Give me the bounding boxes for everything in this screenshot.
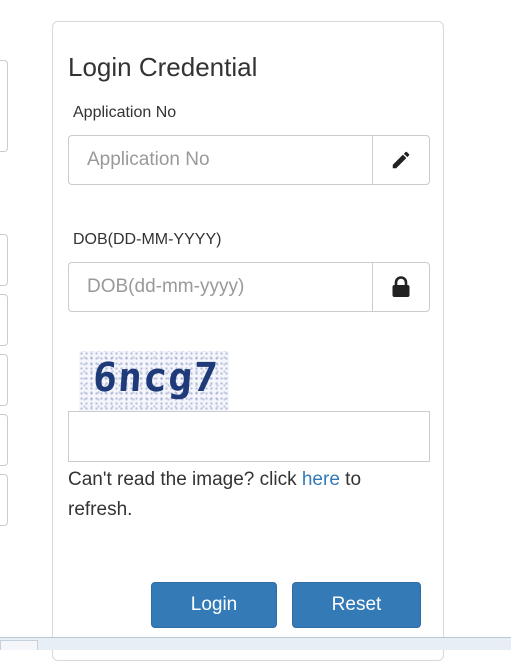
dob-label: DOB(DD-MM-YYYY) (73, 231, 222, 248)
cutoff-field-5 (0, 414, 8, 466)
browser-status-bar (0, 637, 511, 650)
cutoff-field-3 (0, 294, 8, 346)
dob-group (68, 262, 430, 312)
pencil-icon (392, 151, 410, 169)
application-no-label: Application No (73, 104, 177, 121)
dob-addon (372, 262, 430, 312)
cutoff-field-2 (0, 234, 8, 286)
dob-input[interactable] (68, 262, 372, 312)
reset-button[interactable]: Reset (292, 582, 421, 628)
captcha-refresh-text: Can't read the image? click here to refr… (68, 465, 418, 525)
captcha-input[interactable] (68, 411, 430, 462)
login-card: Login Credential Application No DOB(DD-M… (52, 21, 444, 661)
application-no-input[interactable] (68, 135, 372, 185)
cutoff-field-6 (0, 474, 8, 526)
refresh-prefix: Can't read the image? click (68, 469, 302, 490)
captcha-image: 6ncg7 (79, 351, 229, 411)
lock-icon (392, 276, 410, 297)
captcha-text: 6ncg7 (91, 355, 221, 401)
cutoff-field-4 (0, 354, 8, 406)
application-no-group (68, 135, 430, 185)
application-no-addon (372, 135, 430, 185)
login-button[interactable]: Login (151, 582, 277, 628)
card-title: Login Credential (68, 52, 258, 82)
cutoff-field-1 (0, 60, 8, 152)
refresh-link[interactable]: here (302, 469, 340, 490)
